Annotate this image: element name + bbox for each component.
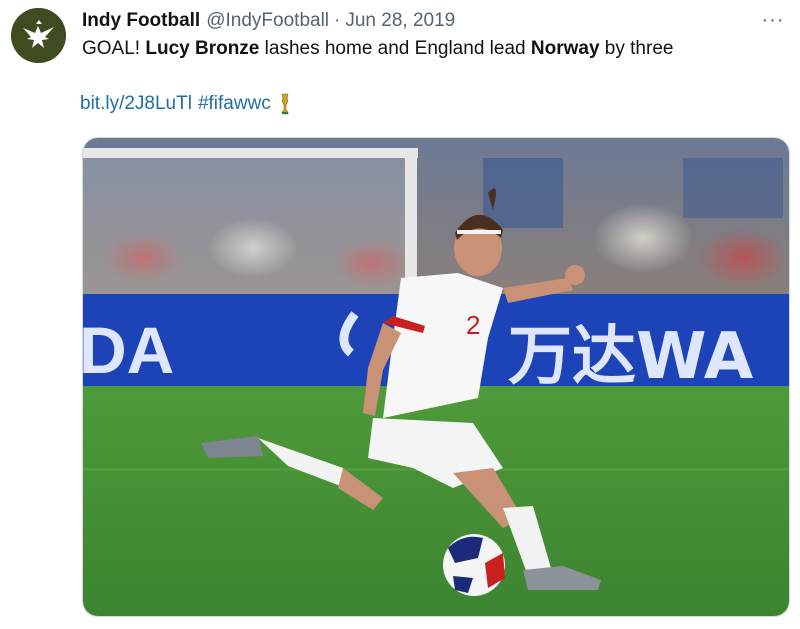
tweet-text-bold: Lucy Bronze [145,38,260,59]
tweet-media-image[interactable]: DA 万达WA 2 [82,137,790,617]
tweet-text: GOAL! Lucy Bronze lashes home and Englan… [82,38,673,60]
tweet-text-part: lashes home and England lead [259,38,531,59]
board-text-left: DA [83,313,174,387]
separator-dot: · [334,10,341,31]
tweet-text-part: by three [599,38,674,59]
hashtag-link[interactable]: #fifawwc [198,93,271,115]
tweet-header: Indy Football @IndyFootball · Jun 28, 20… [82,8,455,34]
short-link[interactable]: bit.ly/2J8LuTl [80,93,192,115]
tweet-links: bit.ly/2J8LuTl #fifawwc [80,92,291,116]
shirt-number: 2 [466,310,480,340]
tweet-date[interactable]: Jun 28, 2019 [345,10,455,32]
trophy-icon [279,92,291,116]
tweet: Indy Football @IndyFootball · Jun 28, 20… [0,0,800,629]
display-name[interactable]: Indy Football [82,10,200,32]
tweet-text-bold: Norway [530,38,600,59]
user-handle[interactable]: @IndyFootball [206,10,329,32]
tweet-text-part: GOAL! [82,38,146,59]
avatar[interactable] [11,8,66,63]
eagle-logo-icon [11,8,66,63]
board-text-right: 万达WA [508,320,754,394]
football-photo: DA 万达WA 2 [83,138,789,616]
more-options-icon[interactable]: ··· [760,10,786,32]
